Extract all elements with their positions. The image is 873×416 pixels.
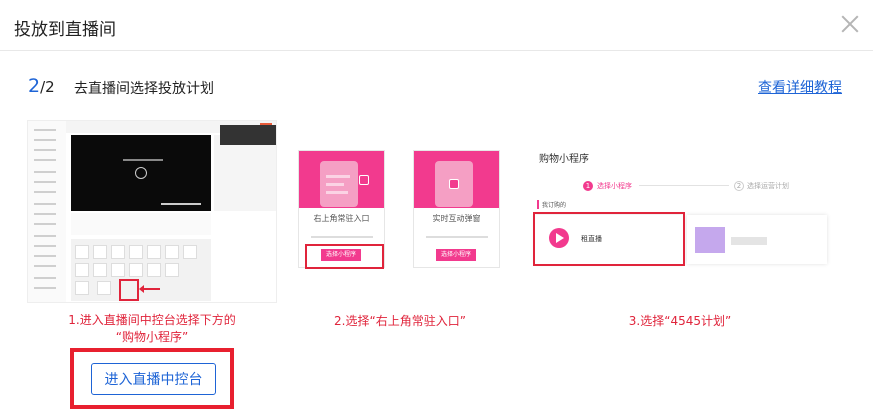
mini-program-item-blurred[interactable] bbox=[687, 215, 827, 264]
step-current: 2 bbox=[28, 75, 41, 97]
highlight-box bbox=[533, 212, 685, 266]
console-screenshot bbox=[27, 120, 277, 303]
caption-step-1: 1.进入直播间中控台选择下方的 “购物小程序” bbox=[68, 313, 236, 344]
entry-card-popup: 实时互动弹窗 选择小程序 bbox=[413, 150, 500, 268]
console-stats bbox=[71, 213, 211, 235]
view-tutorial-link[interactable]: 查看详细教程 bbox=[758, 77, 842, 97]
caption-step-2: 2.选择“右上角常驻入口” bbox=[334, 314, 466, 328]
step-dot-1: 1 bbox=[583, 181, 593, 191]
dialog-header: 投放到直播间 bbox=[0, 0, 873, 51]
pointer-arrow bbox=[139, 285, 160, 293]
mini-program-highlight bbox=[119, 279, 139, 301]
caption-step-3: 3.选择“4545计划” bbox=[628, 314, 732, 328]
enter-live-console-button[interactable]: 进入直播中控台 bbox=[91, 363, 216, 395]
console-sidebar bbox=[28, 121, 66, 302]
step-label-2: 选择运营计划 bbox=[747, 182, 789, 190]
console-popup bbox=[220, 125, 276, 145]
step-indicator: 2/2 bbox=[28, 75, 55, 97]
step-dot-2: 2 bbox=[734, 181, 744, 191]
close-icon[interactable] bbox=[838, 12, 862, 36]
select-mini-program-button[interactable]: 选择小程序 bbox=[436, 249, 476, 261]
section-label: 我订购的 bbox=[537, 200, 566, 209]
highlight-box bbox=[305, 244, 384, 269]
step-description: 去直播间选择投放计划 bbox=[74, 81, 214, 97]
mini-program-title: 购物小程序 bbox=[539, 154, 589, 165]
step-total: /2 bbox=[40, 78, 55, 96]
card-title: 实时互动弹窗 bbox=[432, 214, 481, 223]
live-preview bbox=[71, 135, 211, 211]
console-right-panel bbox=[214, 135, 276, 211]
card-title: 右上角常驻入口 bbox=[313, 214, 370, 223]
step-label-1: 选择小程序 bbox=[597, 182, 632, 190]
dialog-title: 投放到直播间 bbox=[14, 20, 116, 40]
